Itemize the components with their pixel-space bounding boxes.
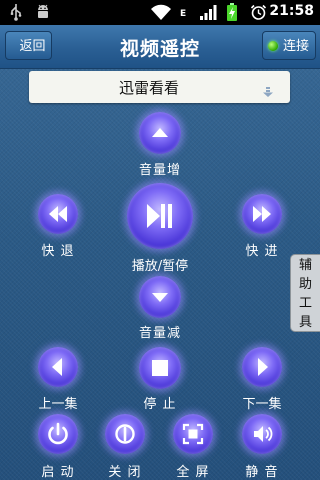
mute-label: 静 音 xyxy=(245,465,279,480)
stop-icon xyxy=(152,360,168,376)
stop-label: 停 止 xyxy=(143,397,177,412)
connect-button[interactable]: 连接 xyxy=(262,31,316,60)
fast-forward-button[interactable] xyxy=(242,194,282,234)
next-episode-label: 下一集 xyxy=(242,397,282,412)
android-debug-icon xyxy=(34,3,52,25)
auxiliary-tools-label-1: 辅助 xyxy=(298,258,312,292)
status-bar: E 21:58 xyxy=(0,0,320,25)
triangle-up-icon xyxy=(152,128,168,137)
chevron-down-icon xyxy=(262,82,274,101)
off-icon xyxy=(115,424,135,444)
clock: 21:58 xyxy=(269,3,314,19)
triangle-right-icon xyxy=(258,358,268,376)
signal-icon xyxy=(199,4,219,25)
player-select-value: 迅雷看看 xyxy=(118,79,179,97)
auxiliary-tools-tab[interactable]: 辅助 工具 xyxy=(290,254,320,332)
play-pause-icon xyxy=(147,204,172,228)
previous-episode-label: 上一集 xyxy=(38,397,78,412)
speaker-icon xyxy=(254,426,273,442)
title-bar: 返回 视频遥控 连接 xyxy=(0,25,320,69)
triangle-down-icon xyxy=(152,293,168,302)
volume-down-label: 音量减 xyxy=(138,326,181,341)
fullscreen-icon xyxy=(182,423,204,445)
usb-icon xyxy=(8,3,24,25)
play-pause-button[interactable] xyxy=(127,183,193,249)
volume-down-button[interactable] xyxy=(139,276,181,318)
volume-up-label: 音量增 xyxy=(138,163,181,178)
rewind-label: 快 退 xyxy=(41,244,75,259)
fullscreen-button[interactable] xyxy=(173,414,213,454)
fast-forward-label: 快 进 xyxy=(245,244,279,259)
auxiliary-tools-label-2: 工具 xyxy=(298,296,312,330)
alarm-icon xyxy=(250,4,267,25)
previous-episode-button[interactable] xyxy=(38,347,78,387)
battery-charging-icon xyxy=(226,3,238,26)
fullscreen-label: 全 屏 xyxy=(176,465,210,480)
wifi-icon xyxy=(150,4,172,25)
play-pause-label: 播放/暂停 xyxy=(131,259,189,274)
rewind-button[interactable] xyxy=(38,194,78,234)
mute-button[interactable] xyxy=(242,414,282,454)
close-button[interactable] xyxy=(105,414,145,454)
fast-forward-icon xyxy=(253,206,271,222)
next-episode-button[interactable] xyxy=(242,347,282,387)
power-icon xyxy=(48,422,68,445)
triangle-left-icon xyxy=(52,358,62,376)
rewind-icon xyxy=(49,206,67,222)
power-on-button[interactable] xyxy=(38,414,78,454)
stop-button[interactable] xyxy=(139,347,181,389)
connect-button-label: 连接 xyxy=(283,39,310,54)
volume-up-button[interactable] xyxy=(139,112,181,154)
connection-status-icon xyxy=(268,41,278,51)
network-type: E xyxy=(180,9,187,19)
player-select[interactable]: 迅雷看看 xyxy=(29,71,290,103)
